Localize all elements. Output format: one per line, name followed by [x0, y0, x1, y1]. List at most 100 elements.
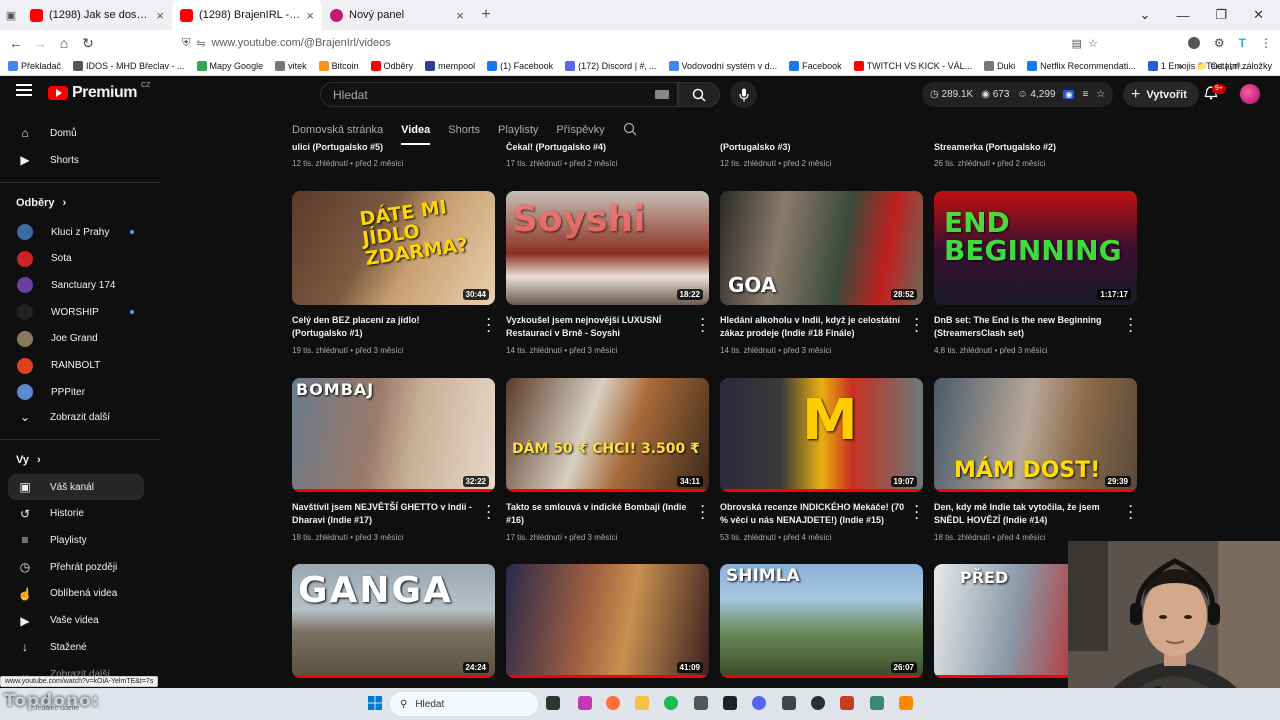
url-bar[interactable]: ⛨ ⇋ www.youtube.com/@BrajenIrl/videos ▤ … [176, 33, 1100, 53]
video-card[interactable]: Soyshi 18:22 Vyzkoušel jsem nejnovější LUX… [506, 191, 709, 355]
sidebar-item-shorts[interactable]: ▶ Shorts [8, 147, 144, 173]
sidebar-you-item[interactable]: ▣ Váš kanál [8, 474, 144, 500]
list-icon[interactable]: ≡ [1082, 89, 1088, 100]
video-card[interactable]: MÁM DOST! 29:39 Den, kdy mě Indie tak vyto… [934, 378, 1137, 542]
sidebar-sub-item[interactable]: RAINBOLT [8, 353, 144, 379]
bookmark-item[interactable]: Překladač [8, 60, 61, 71]
tab-list-icon[interactable]: ⌄ [1140, 7, 1151, 23]
firefox-icon[interactable] [606, 696, 620, 710]
translate-extension-icon[interactable]: T [1239, 36, 1246, 50]
video-card[interactable]: GANGA 24:24 [292, 564, 495, 678]
home-nav-icon[interactable]: ⌂ [52, 35, 76, 51]
you-heading[interactable]: Vy › [16, 454, 41, 466]
video-card[interactable]: M 19:07 Obrovská recenze INDICKÉHO Mekáče!… [720, 378, 923, 542]
bookmark-item[interactable]: Netflix Recommendati... [1027, 60, 1136, 71]
video-card[interactable]: DÁTE MI JÍDLO ZDARMA? 30:44 Celý den BEZ p… [292, 191, 495, 355]
vlc-icon[interactable] [899, 696, 913, 710]
keyboard-icon[interactable] [655, 90, 669, 99]
video-thumbnail[interactable]: GANGA 24:24 [292, 564, 495, 678]
bookmarks-chevron-icon[interactable]: » [1178, 61, 1183, 71]
video-title[interactable]: Takto se smlouvá v indické Bombaji (Indi… [506, 501, 691, 527]
more-actions-icon[interactable]: · · · [915, 313, 919, 337]
bookmark-item[interactable]: vitek [275, 60, 307, 71]
task-view-icon[interactable] [546, 696, 560, 710]
trophy-icon[interactable]: ☆ [1096, 89, 1105, 100]
youtube-logo[interactable]: Premium CZ [48, 82, 150, 102]
forward-icon[interactable]: → [28, 35, 52, 51]
app-icon[interactable] [782, 696, 796, 710]
back-icon[interactable]: ← [4, 35, 28, 51]
bookmark-item[interactable]: Facebook [789, 60, 842, 71]
taskbar-search-input[interactable]: ⚲ Hledat [390, 692, 538, 716]
sidebar-you-item[interactable]: ☝ Oblíbená videa [8, 581, 144, 607]
app-icon[interactable] [870, 696, 884, 710]
account-avatar[interactable] [1240, 84, 1260, 104]
channel-search-icon[interactable] [623, 122, 637, 139]
sidebar-sub-item[interactable]: Joe Grand [8, 326, 144, 352]
channel-tab[interactable]: Shorts [448, 124, 480, 136]
channel-tab[interactable]: Playlisty [498, 124, 538, 136]
more-actions-icon[interactable]: · · · [1129, 500, 1133, 524]
other-bookmarks[interactable]: 📁 Ostatní záložky [1197, 61, 1272, 72]
sidebar-sub-item[interactable]: PPPiter [8, 379, 144, 405]
video-thumbnail[interactable]: SHIMLA 26:07 [720, 564, 923, 678]
video-card[interactable]: BOMBAJ 32:22 Navštívil jsem NEJVĚTŠÍ GHETT… [292, 378, 495, 542]
subscriptions-heading[interactable]: Odběry › [16, 197, 66, 209]
bookmark-item[interactable]: Vodovodní systém v d... [668, 60, 777, 71]
sidebar-you-item[interactable]: ↺ Historie [8, 501, 144, 527]
obs-icon[interactable] [811, 696, 825, 710]
calculator-icon[interactable] [694, 696, 708, 710]
video-thumbnail[interactable]: DÁTE MI JÍDLO ZDARMA? 30:44 [292, 191, 495, 305]
sidebar-you-item[interactable]: ▶ Vaše videa [8, 608, 144, 634]
search-input[interactable]: Hledat [320, 82, 678, 107]
browser-tab-3[interactable]: Nový panel × [322, 0, 472, 30]
video-card[interactable]: DÁM 50 ₹ CHCI! 3.500 ₹ 34:11 Takto se smlo… [506, 378, 709, 542]
bookmark-item[interactable]: mempool [425, 60, 475, 71]
powerpoint-icon[interactable] [840, 696, 854, 710]
menu-icon[interactable]: ⋮ [1260, 36, 1272, 50]
search-button[interactable] [678, 82, 720, 107]
bookmark-item[interactable]: Odběry [370, 60, 413, 71]
more-actions-icon[interactable]: · · · [487, 500, 491, 524]
bookmark-item[interactable]: Bitcoin [318, 60, 359, 71]
spotify-icon[interactable] [664, 696, 678, 710]
sidebar-item-home[interactable]: ⌂ Domů [8, 120, 144, 146]
channel-stats-widget[interactable]: ◷ 289.1K ◉ 673 ☺ 4,299 ◉ ≡ ☆ [922, 82, 1114, 107]
video-card[interactable]: SHIMLA 26:07 [720, 564, 923, 678]
video-title[interactable]: Den, kdy mě Indie tak vytočila, že jsem … [934, 501, 1119, 527]
app-icon[interactable] [578, 696, 592, 710]
maximize-icon[interactable]: ❐ [1215, 7, 1227, 23]
sidebar-sub-item[interactable]: Kluci z Prahy [8, 219, 144, 245]
video-thumbnail[interactable]: Soyshi 18:22 [506, 191, 709, 305]
sidebar-you-item[interactable]: ↓ Stažené [8, 634, 144, 660]
close-tab-icon[interactable]: × [156, 8, 164, 23]
video-thumbnail[interactable]: 41:09 [506, 564, 709, 678]
translate-icon[interactable]: ◉ [1063, 90, 1075, 99]
more-actions-icon[interactable]: · · · [701, 500, 705, 524]
extensions-icon[interactable]: ⚙ [1214, 36, 1225, 50]
bookmark-item[interactable]: (172) Discord | #‚ ... [565, 60, 657, 71]
video-title[interactable]: DnB set: The End is the new Beginning (S… [934, 314, 1119, 340]
bookmark-item[interactable]: TWITCH VS KICK - VÁL... [853, 60, 972, 71]
new-tab-button[interactable]: + [472, 6, 500, 24]
browser-tab-2[interactable]: (1298) BrajenIRL - YouTube × [172, 0, 322, 30]
reader-view-icon[interactable]: ▤ [1072, 37, 1082, 50]
hamburger-menu-icon[interactable] [16, 84, 32, 96]
sidebar-sub-item[interactable]: Sota [8, 246, 144, 272]
bookmark-item[interactable]: Mapy Google [196, 60, 263, 71]
app-icon[interactable] [723, 696, 737, 710]
channel-tab[interactable]: Domovská stránka [292, 124, 383, 136]
sidebar-you-item[interactable]: ◷ Přehrát později [8, 554, 144, 580]
video-title[interactable]: Hledání alkoholu v Indii, když je celost… [720, 314, 905, 340]
video-thumbnail[interactable]: END BEGINNING 1:17:17 [934, 191, 1137, 305]
more-actions-icon[interactable]: · · · [701, 313, 705, 337]
file-explorer-icon[interactable] [635, 696, 649, 710]
more-actions-icon[interactable]: · · · [915, 500, 919, 524]
video-thumbnail[interactable]: BOMBAJ 32:22 [292, 378, 495, 492]
browser-tab-1[interactable]: (1298) Jak se dostat na Majáles × [22, 0, 172, 30]
bookmark-item[interactable]: IDOS - MHD Břeclav - ... [73, 60, 185, 71]
video-card[interactable]: GOA 28:52 Hledání alkoholu v Indii, když j… [720, 191, 923, 355]
video-title[interactable]: (Portugalsko #3) [720, 142, 910, 152]
video-title[interactable]: ulici (Portugalsko #5) [292, 142, 482, 152]
discord-icon[interactable] [752, 696, 766, 710]
